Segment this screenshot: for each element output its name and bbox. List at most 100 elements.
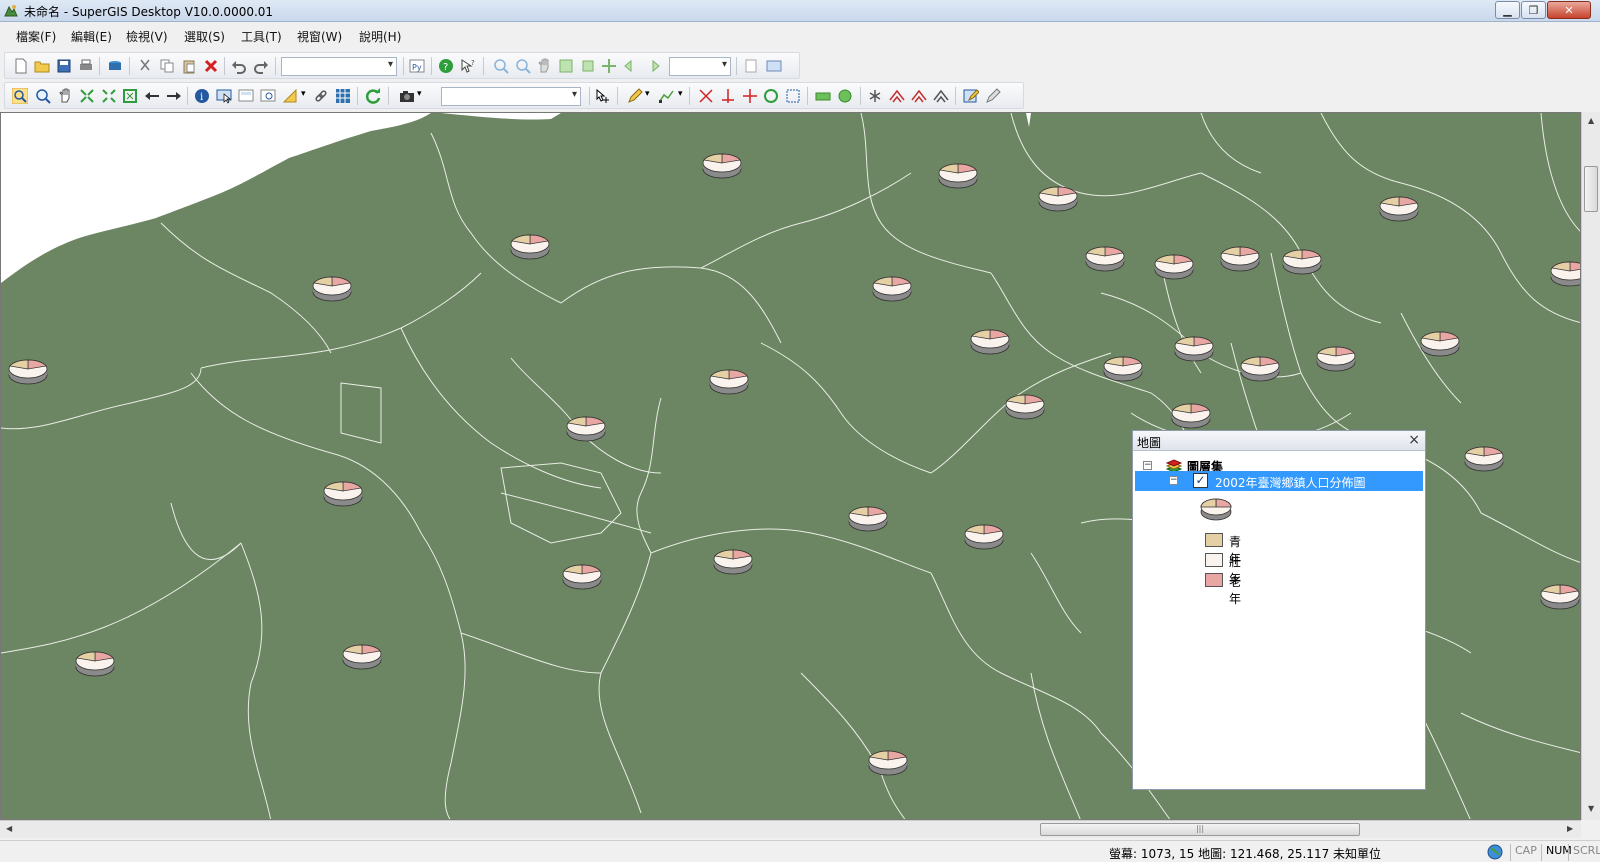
chevron-down-icon[interactable]: ▾ [678, 89, 683, 99]
pencil-icon[interactable] [627, 88, 643, 104]
ellipse-tool-icon[interactable] [837, 88, 853, 104]
maximize-button[interactable]: ❐ [1521, 1, 1546, 19]
undo-icon[interactable] [231, 58, 247, 74]
extent-tool-icon[interactable] [785, 88, 801, 104]
pie-chart-symbol [964, 524, 1004, 550]
chevron-down-icon[interactable]: ▾ [417, 89, 422, 99]
camera-icon[interactable] [399, 88, 415, 104]
grid-icon[interactable] [335, 88, 351, 104]
collapse-toggle[interactable]: − [1143, 461, 1152, 470]
layer-visibility-checkbox[interactable]: ✓ [1193, 473, 1208, 488]
reshape-icon[interactable] [889, 88, 905, 104]
scale-combo[interactable] [669, 57, 731, 76]
copy-icon[interactable] [159, 58, 175, 74]
cross-tool-icon[interactable] [698, 88, 714, 104]
vertical-scroll-thumb[interactable] [1584, 166, 1598, 212]
menu-select[interactable]: 選取(S) [184, 28, 225, 45]
refresh-icon[interactable] [365, 88, 381, 104]
chevron-down-icon[interactable]: ▾ [301, 89, 306, 99]
toolbar-separator [187, 87, 188, 105]
menu-tools[interactable]: 工具(T) [241, 28, 282, 45]
move-vertex-icon[interactable] [911, 88, 927, 104]
scroll-left-icon[interactable]: ◀ [6, 824, 12, 833]
menu-file[interactable]: 檔案(F) [16, 28, 56, 45]
toc-close-button[interactable]: × [1408, 432, 1420, 448]
edit-vertex-icon[interactable] [659, 88, 675, 104]
app-icon [4, 5, 18, 17]
help-icon[interactable]: ? [438, 58, 454, 74]
add-data-icon[interactable] [107, 58, 123, 74]
pie-chart-symbol [1220, 246, 1260, 272]
python-icon[interactable]: Py [409, 58, 425, 74]
attribute-edit-icon[interactable] [963, 88, 979, 104]
back-arrow-icon[interactable] [144, 88, 160, 104]
close-button[interactable]: ✕ [1547, 1, 1591, 19]
previous-extent-icon[interactable] [623, 58, 639, 74]
pan-hand-icon[interactable] [57, 88, 73, 104]
center-icon[interactable] [601, 58, 617, 74]
chevron-down-icon[interactable]: ▾ [645, 89, 650, 99]
layout-view-icon[interactable] [766, 58, 782, 74]
scroll-right-icon[interactable]: ▶ [1567, 824, 1573, 833]
merge-icon[interactable] [867, 88, 883, 104]
scroll-up-icon[interactable]: ▲ [1588, 116, 1594, 125]
paste-icon[interactable] [181, 58, 197, 74]
print-icon[interactable] [78, 58, 94, 74]
zoom-in-icon[interactable] [493, 58, 509, 74]
toolbar-separator [224, 57, 225, 75]
zoom-out-icon[interactable] [515, 58, 531, 74]
layout-page-icon[interactable] [743, 58, 759, 74]
menu-help[interactable]: 說明(H) [359, 28, 401, 45]
hyperlink-icon[interactable] [313, 88, 329, 104]
horizontal-scroll-thumb[interactable]: ||| [1040, 823, 1360, 836]
target-layer-combo[interactable] [441, 87, 581, 106]
select-features-icon[interactable] [216, 88, 232, 104]
pointer-tool-icon[interactable] [595, 88, 611, 104]
vertical-scrollbar[interactable]: ▲ ▼ [1581, 112, 1600, 820]
find-icon[interactable] [260, 88, 276, 104]
select-zoom-icon[interactable] [12, 88, 28, 104]
zoom-box-icon[interactable] [122, 88, 138, 104]
menu-edit[interactable]: 編輯(E) [71, 28, 112, 45]
save-icon[interactable] [56, 58, 72, 74]
pan-icon[interactable] [536, 58, 552, 74]
circle-tool-icon[interactable] [763, 88, 779, 104]
menu-view[interactable]: 檢視(V) [126, 28, 168, 45]
toolbar-separator [617, 87, 618, 105]
delete-icon[interactable] [203, 58, 219, 74]
measure-icon[interactable] [282, 88, 298, 104]
snap-icon[interactable] [742, 88, 758, 104]
pie-chart-symbol [1420, 331, 1460, 357]
tool-combo[interactable] [281, 57, 397, 76]
pie-chart-symbol [1103, 356, 1143, 382]
identify-icon[interactable]: i [194, 88, 210, 104]
layer-row[interactable]: − ✓ 2002年臺灣鄉鎮人口分佈圖 [1135, 471, 1423, 491]
full-extent-icon[interactable] [558, 58, 574, 74]
whats-this-icon[interactable]: ? [460, 58, 476, 74]
move-vertex-icon[interactable] [933, 88, 949, 104]
toc-title: 地圖 [1137, 436, 1162, 450]
rectangle-tool-icon[interactable] [815, 88, 831, 104]
sea-area [1, 113, 431, 283]
open-folder-icon[interactable] [34, 58, 50, 74]
pie-chart-symbol [1085, 246, 1125, 272]
sketch-props-icon[interactable] [985, 88, 1001, 104]
new-file-icon[interactable] [13, 58, 29, 74]
horizontal-scrollbar[interactable]: ◀ ||| ▶ [0, 820, 1581, 838]
menu-window[interactable]: 視窗(W) [297, 28, 342, 45]
cut-icon[interactable] [137, 58, 153, 74]
zoom-full-icon[interactable] [79, 88, 95, 104]
zoom-fit-icon[interactable] [101, 88, 117, 104]
fixed-zoom-icon[interactable] [580, 58, 596, 74]
collapse-toggle[interactable]: − [1169, 476, 1178, 485]
zoom-in-icon[interactable] [35, 88, 51, 104]
next-extent-icon[interactable] [645, 58, 661, 74]
redo-icon[interactable] [253, 58, 269, 74]
map-tips-icon[interactable] [238, 88, 254, 104]
split-icon[interactable] [720, 88, 736, 104]
forward-arrow-icon[interactable] [166, 88, 182, 104]
scroll-down-icon[interactable]: ▼ [1588, 804, 1594, 813]
minimize-button[interactable]: ▁ [1495, 1, 1520, 19]
pie-chart-symbol [8, 359, 48, 385]
pie-chart-symbol [1316, 346, 1356, 372]
